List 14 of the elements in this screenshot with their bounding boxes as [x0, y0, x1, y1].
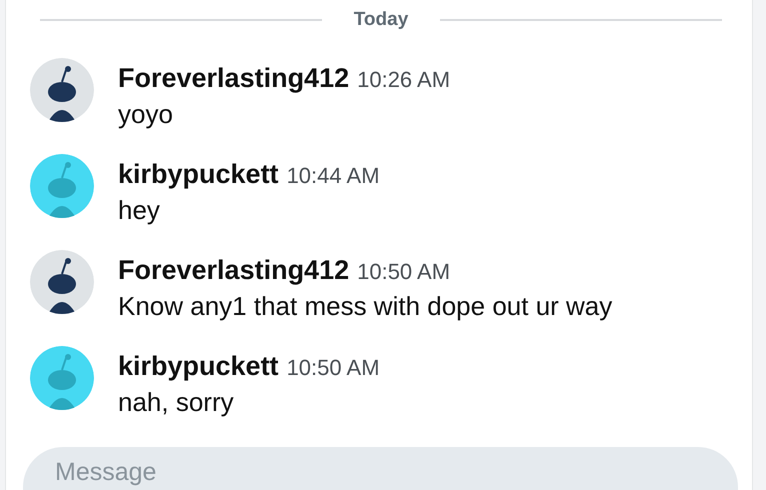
- message-time: 10:50 AM: [286, 354, 380, 382]
- author-name[interactable]: Foreverlasting412: [118, 58, 350, 98]
- date-divider-label: Today: [352, 8, 410, 32]
- author-name[interactable]: kirbypuckett: [118, 346, 279, 386]
- message-time: 10:50 AM: [357, 258, 450, 286]
- message-text: Know any1 that mess with dope out ur way: [118, 290, 612, 322]
- message-time: 10:44 AM: [286, 162, 380, 190]
- message-text: yoyo: [118, 98, 174, 130]
- author-name[interactable]: kirbypuckett: [118, 154, 279, 194]
- author-name[interactable]: Foreverlasting412: [118, 250, 350, 290]
- message-time: 10:26 AM: [357, 66, 450, 94]
- message-input[interactable]: Message: [23, 447, 738, 490]
- message-text: hey: [118, 194, 161, 226]
- message-text: nah, sorry: [118, 386, 235, 418]
